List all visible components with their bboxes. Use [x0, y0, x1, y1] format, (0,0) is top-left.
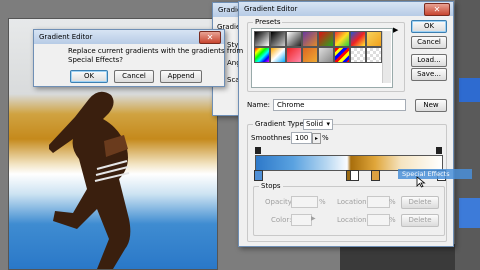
preset-swatch[interactable] [302, 31, 318, 47]
gradient-type-value: Solid [306, 120, 324, 128]
preset-swatch[interactable] [286, 47, 302, 63]
name-label: Name: [247, 101, 271, 109]
smoothness-label: Smoothness: [251, 134, 297, 142]
panels-column [455, 0, 480, 270]
confirm-dialog: Gradient Editor ✕ Replace current gradie… [33, 29, 243, 87]
presets-menu-icon[interactable]: ▶ [393, 26, 398, 34]
smoothness-unit: % [322, 134, 329, 142]
color-location-label: Location: [337, 216, 369, 224]
confirm-append-button[interactable]: Append [160, 70, 202, 83]
mouse-cursor-icon [416, 176, 426, 188]
color-label: Color: [271, 216, 292, 224]
save-button[interactable]: Save... [411, 68, 447, 81]
confirm-ok-button[interactable]: OK [70, 70, 108, 83]
opacity-location-input[interactable] [367, 196, 390, 208]
color-arrow-icon[interactable]: ▶ [311, 215, 316, 222]
presets-scrollbar[interactable] [382, 31, 391, 83]
close-icon[interactable]: ✕ [424, 3, 450, 16]
color-location-unit: % [389, 216, 396, 224]
confirm-message-line1: Replace current gradients with the gradi… [68, 47, 244, 55]
opacity-unit: % [319, 198, 326, 206]
chevron-down-icon: ▾ [326, 120, 330, 128]
cancel-button[interactable]: Cancel [411, 36, 447, 49]
load-button[interactable]: Load... [411, 54, 447, 67]
preset-swatch[interactable] [318, 47, 334, 63]
color-stop[interactable] [254, 170, 263, 181]
color-delete-button[interactable]: Delete [401, 214, 439, 227]
gradient-type-select[interactable]: Solid ▾ [303, 119, 333, 130]
close-icon[interactable]: ✕ [199, 31, 221, 44]
panel-highlight-lower [459, 198, 480, 228]
opacity-location-unit: % [389, 198, 396, 206]
preset-swatch[interactable] [286, 31, 302, 47]
gradient-type-label: Gradient Type: [253, 120, 309, 128]
color-stop[interactable] [371, 170, 380, 181]
opacity-stop-left[interactable] [255, 147, 261, 154]
confirm-message-line2: Special Effects? [68, 56, 123, 64]
opacity-input[interactable] [291, 196, 318, 208]
preset-swatch[interactable] [254, 47, 270, 63]
preset-swatch[interactable] [334, 31, 350, 47]
presets-label: Presets [253, 18, 283, 26]
opacity-delete-button[interactable]: Delete [401, 196, 439, 209]
preset-swatch[interactable] [302, 47, 318, 63]
preset-swatch[interactable] [366, 47, 382, 63]
gradient-editor-title: Gradient Editor [239, 2, 453, 16]
preset-swatch[interactable] [350, 47, 366, 63]
color-location-input[interactable] [367, 214, 390, 226]
preset-swatch[interactable] [270, 47, 286, 63]
runner-image [49, 91, 131, 269]
preset-swatch[interactable] [254, 31, 270, 47]
stops-group [253, 186, 445, 236]
opacity-label: Opacity: [265, 198, 294, 206]
opacity-location-label: Location: [337, 198, 369, 206]
smoothness-input[interactable]: 100 [291, 132, 312, 144]
presets-list[interactable] [251, 28, 393, 88]
color-swatch-field[interactable] [291, 214, 312, 226]
panel-highlight [459, 78, 480, 102]
color-stop[interactable] [350, 170, 359, 181]
preset-swatch[interactable] [270, 31, 286, 47]
confirm-dialog-title: Gradient Editor [34, 30, 224, 44]
ok-button[interactable]: OK [411, 20, 447, 33]
gradient-editor-window: Gradient Editor ✕ Presets ▶ OK Cancel Lo… [238, 1, 454, 247]
preset-swatch[interactable] [318, 31, 334, 47]
smoothness-dropdown-icon[interactable]: ▸ [312, 133, 321, 144]
special-effects-drag-label: Special Effects [398, 169, 472, 179]
background-stair-graphic [340, 244, 455, 270]
new-button[interactable]: New [415, 99, 447, 112]
name-input[interactable]: Chrome [273, 99, 406, 111]
preset-swatch[interactable] [334, 47, 350, 63]
confirm-cancel-button[interactable]: Cancel [114, 70, 154, 83]
opacity-stop-right[interactable] [436, 147, 442, 154]
preset-swatch[interactable] [350, 31, 366, 47]
preset-swatch[interactable] [366, 31, 382, 47]
stops-label: Stops [259, 182, 283, 190]
